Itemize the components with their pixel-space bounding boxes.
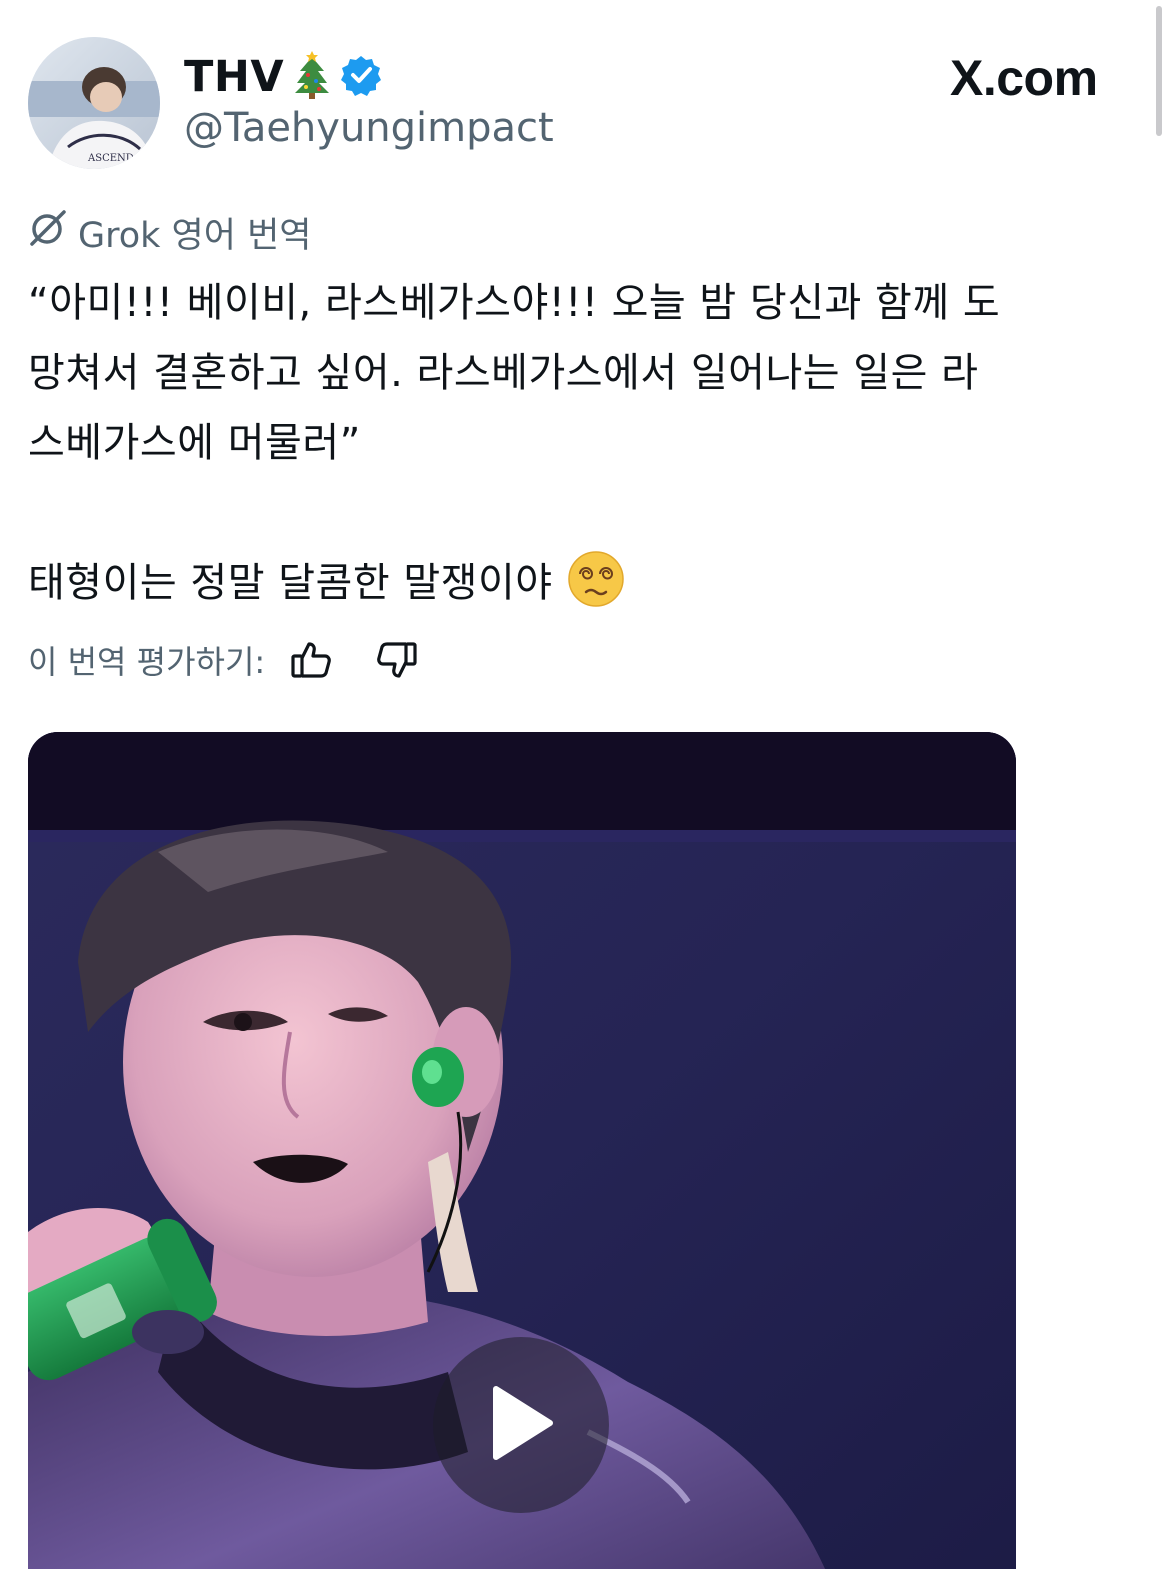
translation-label-row: Grok 영어 번역 <box>28 208 311 257</box>
tweet-comment-line: 태형이는 정말 달콤한 말쟁이야 <box>28 548 1138 618</box>
verified-badge-icon[interactable] <box>340 54 382 100</box>
display-name[interactable]: THV <box>184 55 284 99</box>
scrollbar[interactable] <box>1156 6 1162 136</box>
author-name-row[interactable]: THV <box>184 51 382 103</box>
avatar-image: ASCEND <box>28 37 160 169</box>
thumbs-up-icon[interactable] <box>287 636 335 684</box>
christmas-tree-icon <box>294 51 330 103</box>
play-icon <box>486 1383 556 1467</box>
rate-translation-label: 이 번역 평가하기: <box>28 643 266 681</box>
avatar-text: ASCEND <box>87 153 134 164</box>
x-logo[interactable]: X.com <box>950 50 1098 106</box>
tweet-page: ASCEND THV @Taehyungimpact X.com Grok 영어… <box>0 0 1170 1569</box>
tweet-line: “아미!!! 베이비, 라스베가스야!!! 오늘 밤 당신과 함께 도 <box>28 280 1001 326</box>
tweet-line: 망쳐서 결혼하고 싶어. 라스베가스에서 일어나는 일은 라 <box>28 350 979 396</box>
face-with-spiral-eyes-icon <box>567 550 625 608</box>
tweet-text: “아미!!! 베이비, 라스베가스야!!! 오늘 밤 당신과 함께 도 망쳐서 … <box>28 268 1138 618</box>
avatar[interactable]: ASCEND <box>28 37 160 169</box>
play-button[interactable] <box>433 1337 609 1513</box>
thumbs-down-icon[interactable] <box>373 636 421 684</box>
tweet-line: 스베가스에 머물러” <box>28 420 361 466</box>
translation-label: Grok 영어 번역 <box>78 215 312 256</box>
author-handle[interactable]: @Taehyungimpact <box>184 106 554 150</box>
tweet-comment: 태형이는 정말 달콤한 말쟁이야 <box>28 560 553 606</box>
rate-translation-row: 이 번역 평가하기: <box>28 634 421 686</box>
grok-icon <box>28 208 68 257</box>
